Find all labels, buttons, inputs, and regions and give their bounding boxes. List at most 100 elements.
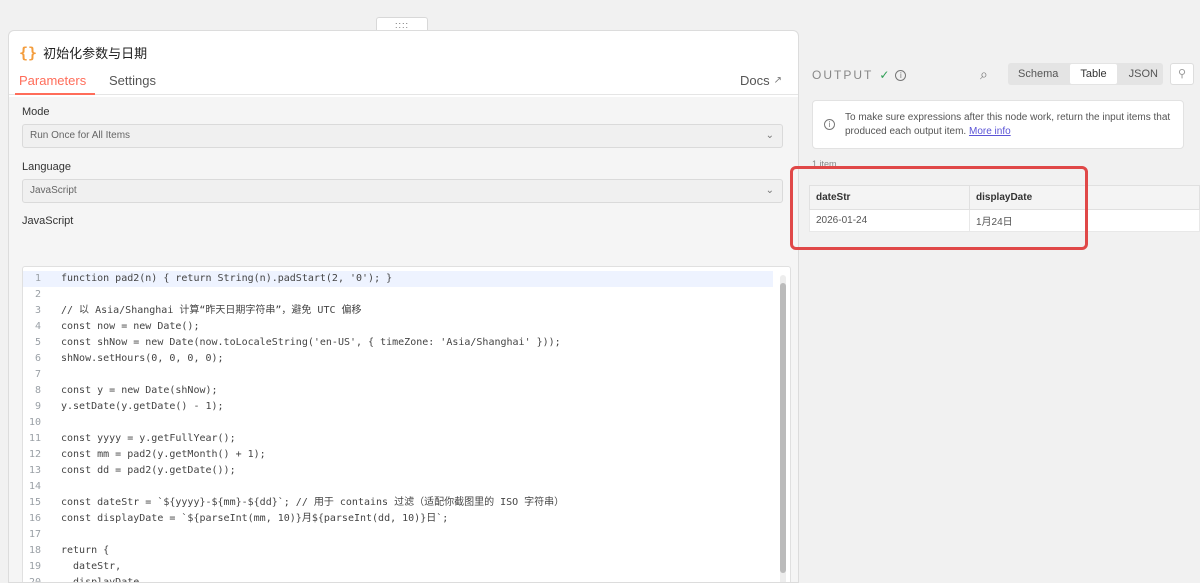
line-number: 6 [34,353,41,364]
info-icon[interactable]: i [895,69,907,81]
line-number: 19 [28,561,41,572]
output-notice: i To make sure expressions after this no… [812,100,1184,149]
more-info-link[interactable]: More info [969,126,1011,137]
table-header-row: dateStr displayDate [809,185,1200,210]
active-tab-indicator [15,93,95,95]
panel-tabs: Parameters Settings Docs ↗ [9,69,798,95]
code-line[interactable]: 10 [23,415,773,431]
code-line[interactable]: 17 [23,527,773,543]
table-cell[interactable]: 2026-01-24 [809,209,970,232]
mode-select[interactable]: Run Once for All Items ⌄ [22,124,783,148]
language-value: JavaScript [30,185,77,196]
code-line[interactable]: 13 const dd = pad2(y.getDate()); [23,463,773,479]
line-number: 9 [34,401,41,412]
line-number: 7 [34,369,41,380]
code-text: shNow.setHours(0, 0, 0, 0); [61,353,224,364]
column-header-displaydate[interactable]: displayDate [969,185,1200,210]
code-text: const y = new Date(shNow); [61,385,218,396]
code-line[interactable]: 15 const dateStr = `${yyyy}-${mm}-${dd}`;… [23,495,773,511]
line-number: 5 [34,337,41,348]
parameters-form: Mode Run Once for All Items ⌄ Language J… [9,97,798,583]
table-row: 2026-01-24 1月24日 [809,209,1200,232]
column-header-datestr[interactable]: dateStr [809,185,970,210]
language-label: Language [22,161,71,173]
line-number: 14 [28,481,41,492]
line-number: 10 [28,417,41,428]
line-number: 1 [34,273,41,284]
info-icon: i [824,119,835,130]
code-line[interactable]: 16 const displayDate = `${parseInt(mm, 10… [23,511,773,527]
code-line[interactable]: 6 shNow.setHours(0, 0, 0, 0); [23,351,773,367]
tab-settings[interactable]: Settings [109,73,156,88]
code-line[interactable]: 9 y.setDate(y.getDate() - 1); [23,399,773,415]
code-text: // 以 Asia/Shanghai 计算“昨天日期字符串”，避免 UTC 偏移 [61,305,362,316]
code-editor[interactable]: 1 function pad2(n) { return String(n).pad… [22,266,791,583]
mode-value: Run Once for All Items [30,130,131,141]
code-text: const dateStr = `${yyyy}-${mm}-${dd}`; /… [61,497,565,508]
line-number: 20 [28,577,41,583]
code-line[interactable]: 1 function pad2(n) { return String(n).pad… [23,271,773,287]
output-panel: OUTPUT ✓ i ⌕ Schema Table JSON ⚲ i To ma… [790,30,1200,583]
code-line[interactable]: 18 return { [23,543,773,559]
tab-parameters[interactable]: Parameters [19,73,86,88]
code-text: y.setDate(y.getDate() - 1); [61,401,224,412]
parameters-panel: {} 初始化参数与日期 Parameters Settings Docs ↗ M… [8,30,799,583]
code-text: const shNow = new Date(now.toLocaleStrin… [61,337,561,348]
line-number: 4 [34,321,41,332]
output-view-toggle: Schema Table JSON [1008,63,1163,85]
view-json-button[interactable]: JSON [1119,64,1168,84]
code-line[interactable]: 11 const yyyy = y.getFullYear(); [23,431,773,447]
code-text: displayDate [61,577,140,583]
mode-label: Mode [22,106,50,118]
check-circle-icon: ✓ [879,68,890,82]
code-line[interactable]: 14 [23,479,773,495]
code-line[interactable]: 2 [23,287,773,303]
code-label: JavaScript [22,215,74,227]
code-line[interactable]: 20 displayDate [23,575,773,583]
output-title: OUTPUT [812,68,874,82]
code-line[interactable]: 7 [23,367,773,383]
code-line[interactable]: 8 const y = new Date(shNow); [23,383,773,399]
chevron-down-icon: ⌄ [765,185,774,196]
code-text: function pad2(n) { return String(n).padS… [61,273,393,284]
line-number: 15 [28,497,41,508]
pin-button[interactable]: ⚲ [1170,63,1194,85]
braces-icon: {} [19,43,38,62]
code-line[interactable]: 12 const mm = pad2(y.getMonth() + 1); [23,447,773,463]
line-number: 13 [28,465,41,476]
code-text: const yyyy = y.getFullYear(); [61,433,236,444]
language-select[interactable]: JavaScript ⌄ [22,179,783,203]
node-title[interactable]: 初始化参数与日期 [43,43,147,62]
line-number: 3 [34,305,41,316]
docs-link[interactable]: Docs ↗ [740,73,782,88]
table-cell[interactable]: 1月24日 [969,209,1200,232]
line-number: 17 [28,529,41,540]
editor-scrollbar[interactable] [780,275,786,582]
line-number: 11 [28,433,41,444]
editor-scroll-thumb[interactable] [780,283,786,573]
code-text: const displayDate = `${parseInt(mm, 10)}… [61,513,449,524]
line-number: 12 [28,449,41,460]
line-number: 2 [34,289,41,300]
code-text: const mm = pad2(y.getMonth() + 1); [61,449,266,460]
search-icon[interactable]: ⌕ [980,66,988,83]
code-text: return { [61,545,110,556]
code-line[interactable]: 5 const shNow = new Date(now.toLocaleStri… [23,335,773,351]
item-count: 1 item [812,159,837,169]
line-number: 16 [28,513,41,524]
code-line[interactable]: 4 const now = new Date(); [23,319,773,335]
view-table-button[interactable]: Table [1070,64,1117,84]
code-line[interactable]: 19 dateStr, [23,559,773,575]
output-header: OUTPUT ✓ i [812,68,907,82]
chevron-down-icon: ⌄ [765,130,774,141]
view-schema-button[interactable]: Schema [1008,64,1068,84]
docs-label: Docs [739,73,770,88]
code-line[interactable]: 3 // 以 Asia/Shanghai 计算“昨天日期字符串”，避免 UTC 偏… [23,303,773,319]
node-header: {} 初始化参数与日期 [19,43,147,62]
notice-text: To make sure expressions after this node… [845,111,1180,139]
external-link-icon: ↗ [773,75,782,86]
code-text: const now = new Date(); [61,321,200,332]
line-number: 18 [28,545,41,556]
code-text: const dd = pad2(y.getDate()); [61,465,236,476]
pin-icon: ⚲ [1177,68,1187,80]
